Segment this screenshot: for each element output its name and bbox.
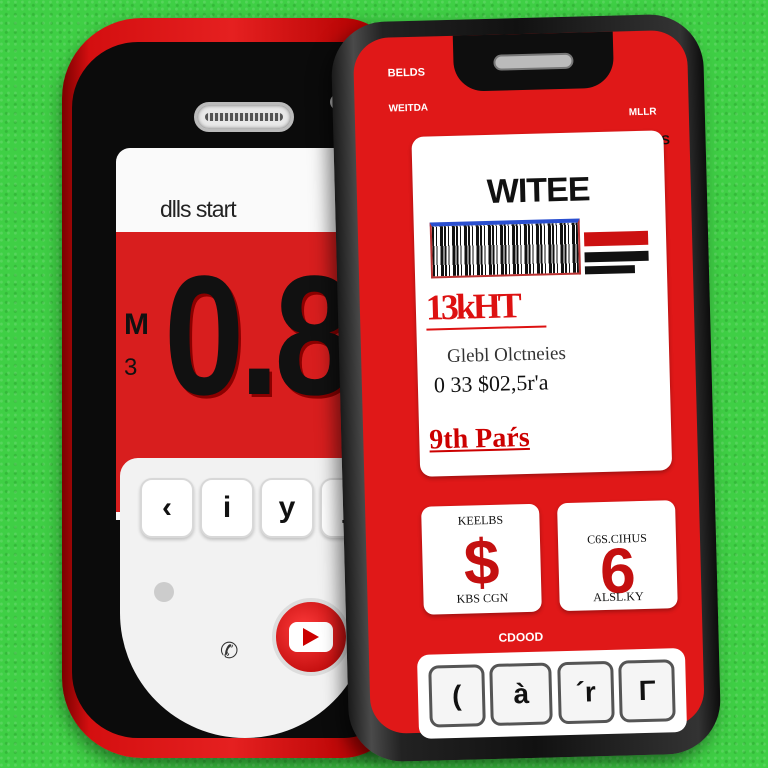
- display-side-label: M: [124, 308, 149, 341]
- bottom-key-1[interactable]: (: [427, 664, 486, 728]
- key-row: ‹ i y j: [140, 478, 374, 538]
- left-keypad: ‹ i y j ✆: [120, 458, 398, 738]
- bottom-key-4[interactable]: Γ: [618, 659, 677, 723]
- indicator-dot-icon: [154, 582, 174, 602]
- status-right: MLLR: [628, 106, 657, 119]
- bottom-key-3[interactable]: ´r: [556, 660, 615, 725]
- phone-icon[interactable]: ✆: [220, 638, 238, 664]
- bottom-key-2[interactable]: à: [489, 662, 554, 727]
- barcode-side-marks: [583, 230, 649, 285]
- play-button[interactable]: [272, 598, 350, 676]
- ticket-title: WITEE: [486, 170, 590, 211]
- status-left: WEITDA: [388, 102, 429, 115]
- card-right-bottom: ALSL.KY: [593, 588, 644, 605]
- key-y[interactable]: y: [260, 478, 314, 538]
- play-icon: [289, 622, 333, 652]
- score-card-left[interactable]: KEELBS $ KBS CGN: [421, 503, 542, 615]
- barcode-icon: [429, 218, 582, 279]
- right-phone-screen: BELDS WEITDA MLLR DWS WITEE 13kHT Glebl …: [352, 29, 705, 739]
- ticket-labels: Glebl Olctneies: [446, 342, 567, 368]
- card-left-bottom: KBS CGN: [456, 590, 509, 606]
- ticket-price: 0 33 $02,5r'a: [433, 369, 549, 398]
- score-card-right[interactable]: C6S.CIHUS 6 ALSL.KY: [557, 500, 678, 612]
- ticket-card[interactable]: WITEE 13kHT Glebl Olctneies 0 33 $02,5r'…: [411, 130, 673, 477]
- notch: [452, 31, 615, 92]
- notch-speaker: [493, 52, 574, 71]
- screen-title: dlls start: [160, 196, 237, 222]
- status-top-left: BELDS: [387, 66, 426, 80]
- key-left[interactable]: ‹: [140, 478, 194, 538]
- display-digits: 0.8: [164, 241, 355, 431]
- earpiece-speaker: [194, 102, 294, 132]
- bottom-keypad: ( à ´r Γ: [416, 647, 688, 739]
- bottom-label: CDOOD: [498, 629, 544, 645]
- ticket-link[interactable]: 9th Paŕs: [429, 422, 530, 457]
- ticket-number: 13kHT: [425, 285, 520, 328]
- key-i[interactable]: i: [200, 478, 254, 538]
- display-side-number: 3: [124, 354, 138, 381]
- right-phone: BELDS WEITDA MLLR DWS WITEE 13kHT Glebl …: [330, 13, 722, 763]
